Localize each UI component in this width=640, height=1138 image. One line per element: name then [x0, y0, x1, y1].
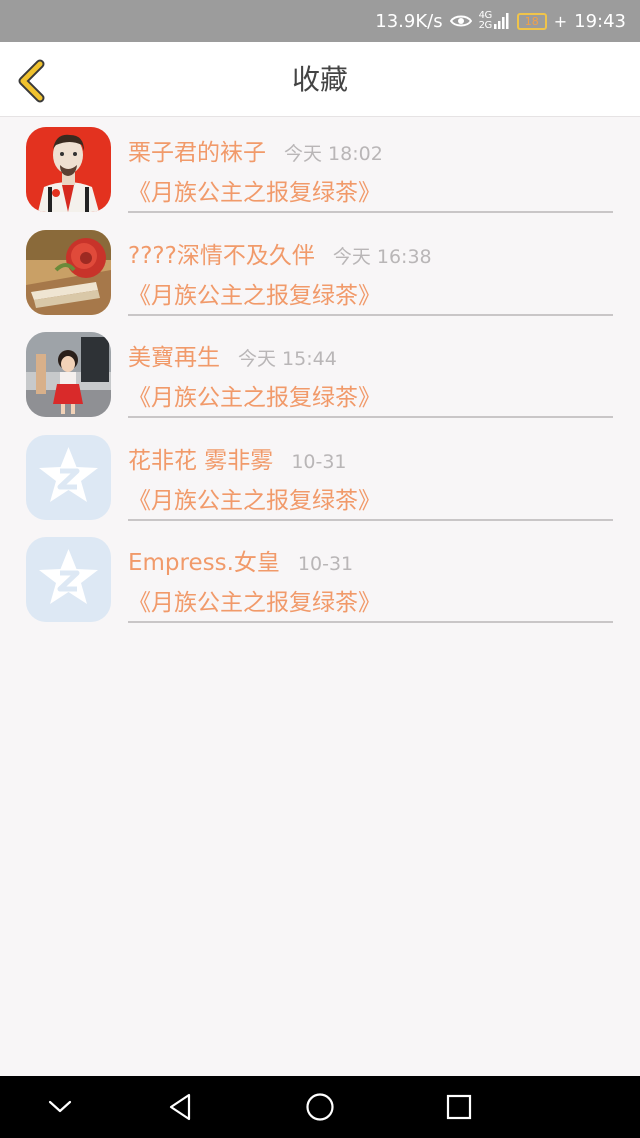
item-header: 花非花 雾非雾 10-31: [128, 441, 347, 475]
nav-back-button[interactable]: [151, 1076, 211, 1138]
navigation-bar: [0, 1076, 640, 1138]
header: 收藏: [0, 42, 640, 117]
eye-icon: [449, 15, 472, 27]
list-item[interactable]: 栗子君的袜子 今天 18:02 《月族公主之报复绿茶》: [0, 117, 640, 220]
status-bar: 13.9K/s 4G 2G 18 + 19:43: [0, 0, 640, 42]
battery-icon: 18: [516, 12, 547, 30]
username[interactable]: Empress.女皇: [128, 543, 280, 577]
signal-icon: 4G 2G: [479, 11, 510, 31]
book-title[interactable]: 《月族公主之报复绿茶》: [128, 276, 381, 310]
divider: [128, 211, 613, 213]
list-item[interactable]: 花非花 雾非雾 10-31 《月族公主之报复绿茶》: [0, 425, 640, 528]
divider: [128, 518, 613, 521]
nav-home-button[interactable]: [290, 1076, 350, 1138]
default-star-avatar[interactable]: [26, 537, 111, 622]
favorites-list: 栗子君的袜子 今天 18:02 《月族公主之报复绿茶》 ????深情不及久伴 今…: [0, 117, 640, 630]
page-title: 收藏: [291, 63, 348, 96]
clock: 19:43: [574, 10, 626, 32]
list-item[interactable]: Empress.女皇 10-31 《月族公主之报复绿茶》: [0, 527, 640, 630]
timestamp: 今天 15:44: [238, 348, 337, 370]
book-title[interactable]: 《月族公主之报复绿茶》: [128, 583, 381, 617]
divider: [128, 621, 613, 623]
item-header: Empress.女皇 10-31: [128, 543, 353, 577]
username[interactable]: 栗子君的袜子: [128, 133, 266, 167]
list-item[interactable]: ????深情不及久伴 今天 16:38 《月族公主之报复绿茶》: [0, 220, 640, 323]
chevron-down-icon: [48, 1100, 72, 1113]
timestamp: 10-31: [291, 450, 347, 473]
home-circle-icon: [306, 1093, 334, 1121]
username[interactable]: ????深情不及久伴: [128, 236, 315, 270]
username[interactable]: 花非花 雾非雾: [128, 441, 273, 475]
net-speed: 13.9K/s: [375, 10, 443, 32]
divider: [128, 416, 613, 418]
divider: [128, 313, 613, 316]
default-star-avatar[interactable]: [26, 434, 111, 520]
back-triangle-icon: [169, 1093, 191, 1121]
status-right: 13.9K/s 4G 2G 18 + 19:43: [375, 0, 626, 42]
timestamp: 今天 18:02: [284, 143, 383, 165]
list-item[interactable]: 美寶再生 今天 15:44 《月族公主之报复绿茶》: [0, 322, 640, 425]
timestamp: 今天 16:38: [332, 245, 432, 268]
book-title[interactable]: 《月族公主之报复绿茶》: [128, 173, 381, 207]
charging-icon: +: [553, 11, 568, 31]
nav-recents-button[interactable]: [429, 1076, 489, 1138]
rose-photo-avatar[interactable]: [26, 229, 111, 315]
child-photo-avatar[interactable]: [26, 332, 111, 417]
hide-nav-button[interactable]: [30, 1076, 90, 1138]
item-header: 美寶再生 今天 15:44: [128, 338, 337, 372]
illustrated-man-avatar[interactable]: [26, 127, 111, 212]
book-title[interactable]: 《月族公主之报复绿茶》: [128, 378, 381, 412]
network-type: 4G 2G: [478, 10, 493, 31]
book-title[interactable]: 《月族公主之报复绿茶》: [128, 481, 381, 515]
battery-text: 18: [524, 14, 539, 28]
timestamp: 10-31: [297, 553, 354, 575]
item-header: ????深情不及久伴 今天 16:38: [128, 236, 432, 270]
recents-square-icon: [446, 1094, 472, 1120]
username[interactable]: 美寶再生: [128, 338, 220, 372]
item-header: 栗子君的袜子 今天 18:02: [128, 133, 383, 167]
